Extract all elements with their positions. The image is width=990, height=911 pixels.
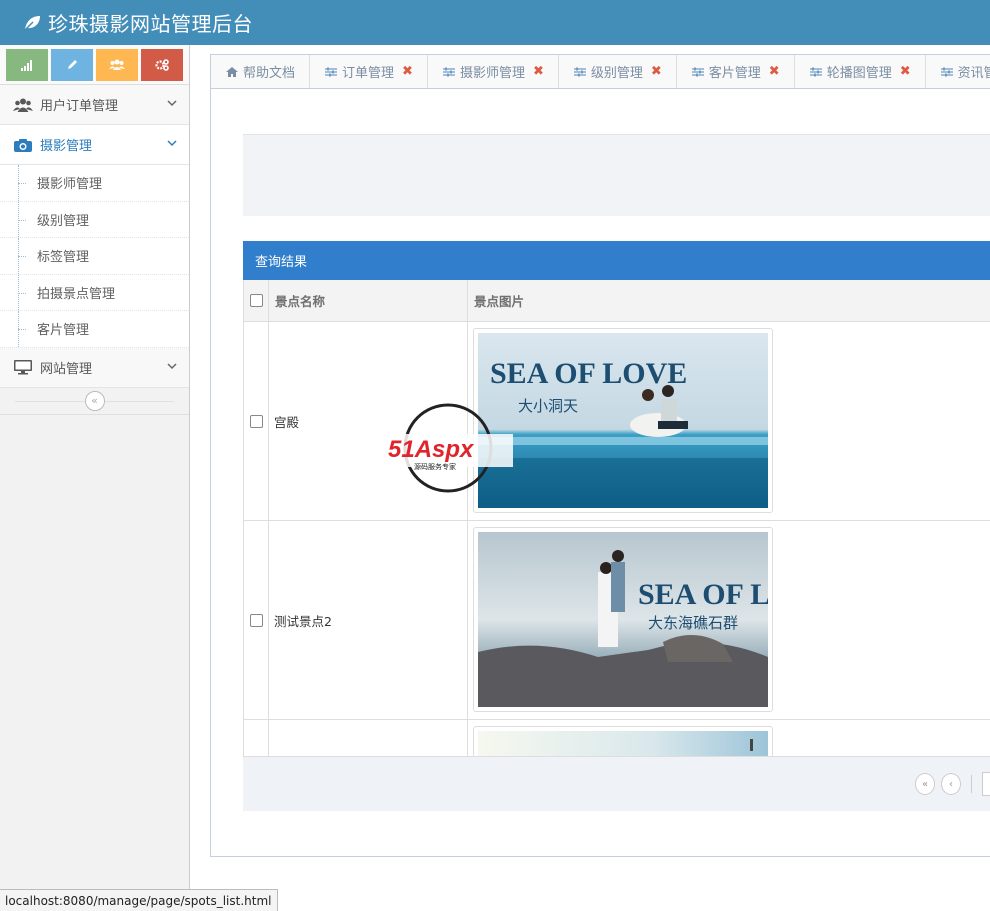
- first-page-icon[interactable]: «: [915, 773, 935, 795]
- top-navbar: 珍珠摄影网站管理后台: [0, 0, 990, 45]
- tab-label: 客片管理: [708, 66, 761, 81]
- spot-image[interactable]: SEA OF LOVE 大小洞天: [473, 328, 773, 513]
- select-all-checkbox[interactable]: [249, 294, 263, 307]
- leaf-icon: [23, 15, 40, 32]
- tab-label: 资讯管理: [957, 66, 990, 81]
- nav-group-label: 摄影管理: [40, 139, 93, 154]
- search-panel: [243, 134, 990, 216]
- watermark-tagline: 源码服务专家: [414, 462, 456, 471]
- tab-label: 级别管理: [590, 66, 643, 81]
- nav-group-photography[interactable]: 摄影管理: [0, 125, 189, 165]
- page-number-input[interactable]: [981, 772, 990, 796]
- image-caption: SEA OF LOVE: [638, 578, 768, 611]
- tab-orders[interactable]: 订单管理 ✖: [310, 55, 428, 88]
- sliders-icon: [573, 67, 586, 76]
- sidebar-item-spots[interactable]: 拍摄景点管理: [0, 274, 189, 311]
- tab-photographers[interactable]: 摄影师管理 ✖: [428, 55, 559, 88]
- tab-label: 订单管理: [342, 66, 395, 81]
- camera-icon: [12, 136, 34, 154]
- tab-label: 摄影师管理: [459, 66, 525, 81]
- sidebar-item-label: 标签管理: [37, 250, 90, 266]
- sidebar-item-label: 摄影师管理: [37, 177, 103, 193]
- nav-group-user-orders[interactable]: 用户订单管理: [0, 85, 189, 125]
- close-icon[interactable]: ✖: [769, 64, 780, 79]
- users-icon: [12, 96, 34, 114]
- status-url: localhost:8080/manage/page/spots_list.ht…: [0, 889, 278, 911]
- signal-icon: [21, 59, 32, 71]
- tab-label: 帮助文档: [243, 66, 296, 81]
- sidebar: 用户订单管理 摄影管理 摄影师管理 级别管理 标签管理 拍摄景点管理 客片管理 …: [0, 45, 190, 911]
- table-row: 宫殿 SEA OF LOVE 大小洞天: [243, 322, 990, 521]
- shortcut-buttons: [0, 45, 189, 85]
- image-caption: SEA OF LOVE: [490, 357, 687, 390]
- pencil-icon: [67, 60, 77, 69]
- nav-group-label: 网站管理: [40, 361, 93, 377]
- sidebar-collapse: «: [0, 388, 189, 415]
- sidebar-item-label: 级别管理: [37, 213, 90, 229]
- spot-image[interactable]: [473, 726, 773, 756]
- sidebar-item-label: 客片管理: [37, 323, 90, 339]
- site-title: 珍珠摄影网站管理后台: [48, 12, 253, 36]
- spot-name: 测试景点2: [269, 521, 468, 719]
- sidebar-item-client-photos[interactable]: 客片管理: [0, 311, 189, 348]
- tab-carousel[interactable]: 轮播图管理 ✖: [795, 55, 926, 88]
- sliders-icon: [809, 67, 822, 76]
- image-subcaption: 大小洞天: [518, 397, 578, 415]
- chevron-down-icon: [167, 140, 177, 147]
- tab-help[interactable]: 帮助文档: [211, 55, 311, 88]
- sliders-icon: [940, 67, 953, 76]
- sidebar-item-level[interactable]: 级别管理: [0, 201, 189, 238]
- table-row: 测试景点2 SEA OF L 大东海礁石群: [243, 521, 990, 720]
- column-header-image[interactable]: 景点图片: [468, 280, 990, 321]
- nav-group-website[interactable]: 网站管理: [0, 347, 189, 388]
- shortcut-button-signal[interactable]: [6, 48, 48, 81]
- home-icon: [226, 66, 238, 77]
- spot-image[interactable]: SEA OF LOVE 大东海礁石群: [473, 527, 835, 712]
- sidebar-item-photographer[interactable]: 摄影师管理: [0, 165, 189, 202]
- sliders-icon: [691, 67, 704, 76]
- tab-news[interactable]: 资讯管理 ✖: [926, 55, 990, 88]
- table-body: 宫殿 SEA OF LOVE 大小洞天 测试景点2 SEA OF L 大东海礁石…: [243, 322, 990, 756]
- tab-levels[interactable]: 级别管理 ✖: [559, 55, 677, 88]
- sidebar-item-tags[interactable]: 标签管理: [0, 238, 189, 275]
- sliders-icon: [325, 67, 338, 76]
- tab-client-photos[interactable]: 客片管理 ✖: [677, 55, 795, 88]
- result-title: 查询结果: [243, 241, 990, 280]
- tab-bar: 帮助文档 订单管理 ✖ 摄影师管理 ✖ 级别管理 ✖ 客片管理 ✖ 轮播图管理 …: [211, 55, 990, 89]
- cogs-icon: [155, 58, 169, 71]
- table-row: [243, 720, 990, 756]
- table-header: 景点名称 景点图片: [243, 280, 990, 322]
- watermark-logo: 51Aspx 源码服务专家: [388, 403, 513, 493]
- prev-page-icon[interactable]: ‹: [941, 773, 961, 795]
- nav-group-label: 用户订单管理: [40, 99, 119, 114]
- result-panel: 查询结果 景点名称 景点图片 宫殿 SEA OF LOVE 大小洞天 测试景点2…: [243, 241, 990, 811]
- row-checkbox[interactable]: [249, 414, 263, 428]
- chevron-down-icon: [167, 362, 177, 369]
- close-icon[interactable]: ✖: [651, 64, 662, 79]
- shortcut-button-cogs[interactable]: [141, 48, 183, 81]
- row-checkbox[interactable]: [249, 613, 263, 627]
- close-icon[interactable]: ✖: [900, 64, 911, 79]
- sliders-icon: [442, 67, 455, 76]
- sidebar-item-label: 拍摄景点管理: [37, 286, 116, 302]
- close-icon[interactable]: ✖: [533, 64, 544, 79]
- watermark-brand: 51Aspx: [388, 436, 475, 463]
- monitor-icon: [12, 358, 34, 376]
- close-icon[interactable]: ✖: [402, 64, 413, 79]
- chevron-down-icon: [167, 100, 177, 107]
- users-icon: [109, 59, 125, 70]
- double-angle-left-icon[interactable]: «: [84, 390, 105, 411]
- column-header-name[interactable]: 景点名称: [269, 280, 468, 321]
- shortcut-button-pencil[interactable]: [51, 48, 93, 81]
- tab-label: 轮播图管理: [826, 66, 892, 81]
- image-subcaption: 大东海礁石群: [648, 614, 738, 632]
- spot-name: [269, 720, 468, 756]
- shortcut-button-users[interactable]: [96, 48, 138, 81]
- main-frame: 帮助文档 订单管理 ✖ 摄影师管理 ✖ 级别管理 ✖ 客片管理 ✖ 轮播图管理 …: [210, 54, 990, 857]
- pagination: « ‹: [243, 756, 990, 811]
